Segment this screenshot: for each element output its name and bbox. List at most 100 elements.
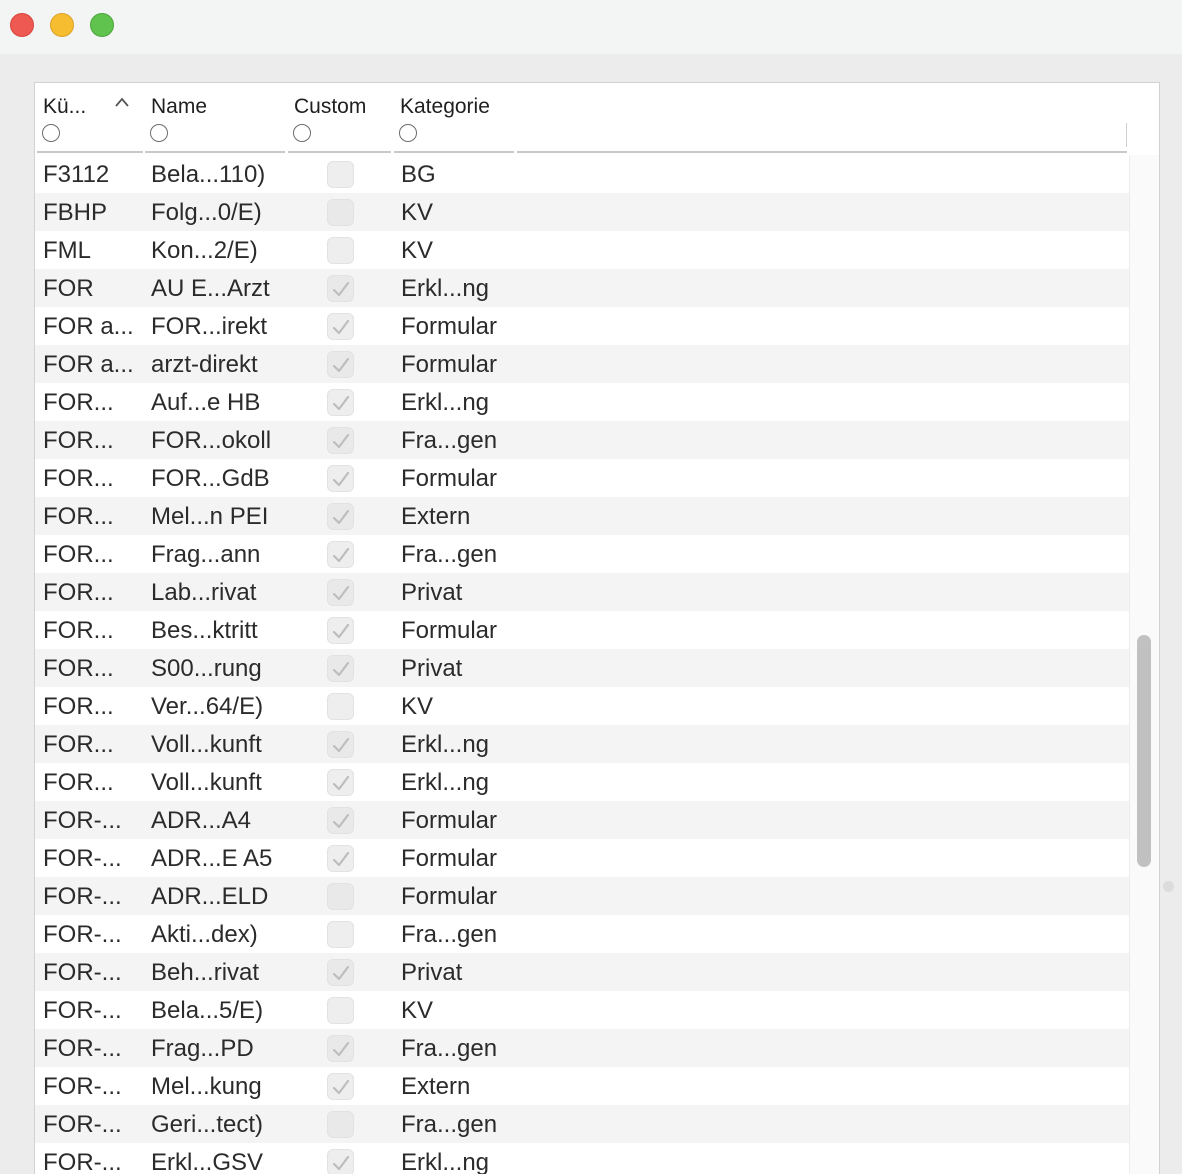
table-row[interactable]: FOR-... ADR...E A5 Formular <box>35 839 1129 877</box>
custom-checkbox[interactable] <box>327 541 354 568</box>
table-row[interactable]: FOR... S00...rung Privat <box>35 649 1129 687</box>
cell-code: FOR... <box>43 389 114 416</box>
cell-code: FBHP <box>43 199 108 226</box>
table-row[interactable]: FBHP Folg...0/E) KV <box>35 193 1129 231</box>
minimize-icon[interactable] <box>50 13 74 37</box>
cell-name: Geri...tect) <box>151 1111 264 1138</box>
column-title-category: Kategorie <box>400 95 490 118</box>
custom-checkbox[interactable] <box>327 275 354 302</box>
table-row[interactable]: FOR-... Frag...PD Fra...gen <box>35 1029 1129 1067</box>
cell-name: Bela...5/E) <box>151 997 264 1024</box>
checkmark-icon <box>332 737 350 753</box>
custom-checkbox[interactable] <box>327 313 354 340</box>
table-row[interactable]: FOR... Ver...64/E) KV <box>35 687 1129 725</box>
filter-custom-radio[interactable] <box>293 124 311 142</box>
cell-code: FOR-... <box>43 807 122 834</box>
cell-name: FOR...GdB <box>151 465 270 492</box>
cell-code: FOR-... <box>43 883 122 910</box>
custom-checkbox[interactable] <box>327 427 354 454</box>
table-row[interactable]: FOR... Auf...e HB Erkl...ng <box>35 383 1129 421</box>
custom-checkbox[interactable] <box>327 655 354 682</box>
vertical-scrollbar-thumb[interactable] <box>1137 635 1151 867</box>
table-row[interactable]: FOR-... Bela...5/E) KV <box>35 991 1129 1029</box>
column-header-custom[interactable]: Custom <box>288 83 391 153</box>
custom-checkbox[interactable] <box>327 769 354 796</box>
cell-category: Erkl...ng <box>401 731 490 758</box>
cell-code: FOR... <box>43 465 114 492</box>
cell-name: ADR...ELD <box>151 883 269 910</box>
column-header-category[interactable]: Kategorie <box>394 83 514 153</box>
checkmark-icon <box>332 965 350 981</box>
custom-checkbox[interactable] <box>327 1035 354 1062</box>
table-row[interactable]: FOR... Lab...rivat Privat <box>35 573 1129 611</box>
table-row[interactable]: FOR-... Erkl...GSV Erkl...ng <box>35 1143 1129 1174</box>
table-row[interactable]: FOR-... Geri...tect) Fra...gen <box>35 1105 1129 1143</box>
table-row[interactable]: FOR... Frag...ann Fra...gen <box>35 535 1129 573</box>
checkmark-icon <box>332 471 350 487</box>
table-row[interactable]: FOR... Voll...kunft Erkl...ng <box>35 763 1129 801</box>
custom-checkbox[interactable] <box>327 199 354 226</box>
cell-code: FOR... <box>43 617 114 644</box>
cell-category: Erkl...ng <box>401 389 490 416</box>
table-row[interactable]: FOR... Mel...n PEI Extern <box>35 497 1129 535</box>
cell-name: Lab...rivat <box>151 579 257 606</box>
checkmark-icon <box>332 813 350 829</box>
table-row[interactable]: FOR a... FOR...irekt Formular <box>35 307 1129 345</box>
resize-handle-icon[interactable] <box>1163 881 1174 892</box>
custom-checkbox[interactable] <box>327 579 354 606</box>
table-row[interactable]: FOR... FOR...okoll Fra...gen <box>35 421 1129 459</box>
custom-checkbox[interactable] <box>327 997 354 1024</box>
table-row[interactable]: FOR-... ADR...A4 Formular <box>35 801 1129 839</box>
custom-checkbox[interactable] <box>327 237 354 264</box>
custom-checkbox[interactable] <box>327 807 354 834</box>
table-row[interactable]: FOR-... Beh...rivat Privat <box>35 953 1129 991</box>
checkmark-icon <box>332 433 350 449</box>
custom-checkbox[interactable] <box>327 693 354 720</box>
cell-code: FOR-... <box>43 1111 122 1138</box>
table-row[interactable]: FOR-... Mel...kung Extern <box>35 1067 1129 1105</box>
cell-name: Voll...kunft <box>151 731 262 758</box>
cell-name: Erkl...GSV <box>151 1149 264 1174</box>
custom-checkbox[interactable] <box>327 883 354 910</box>
cell-code: FOR... <box>43 427 114 454</box>
table-row[interactable]: FOR AU E...Arzt Erkl...ng <box>35 269 1129 307</box>
cell-name: Frag...ann <box>151 541 261 568</box>
table-row[interactable]: FOR-... ADR...ELD Formular <box>35 877 1129 915</box>
zoom-icon[interactable] <box>90 13 114 37</box>
table-row[interactable]: FOR... FOR...GdB Formular <box>35 459 1129 497</box>
table-row[interactable]: FOR... Voll...kunft Erkl...ng <box>35 725 1129 763</box>
custom-checkbox[interactable] <box>327 959 354 986</box>
custom-checkbox[interactable] <box>327 921 354 948</box>
table-row[interactable]: FOR-... Akti...dex) Fra...gen <box>35 915 1129 953</box>
cell-category: Extern <box>401 1073 471 1100</box>
table-row[interactable]: FML Kon...2/E) KV <box>35 231 1129 269</box>
custom-checkbox[interactable] <box>327 503 354 530</box>
checkmark-icon <box>332 851 350 867</box>
custom-checkbox[interactable] <box>327 731 354 758</box>
cell-category: Fra...gen <box>401 921 498 948</box>
cell-category: Formular <box>401 883 498 910</box>
close-icon[interactable] <box>10 13 34 37</box>
custom-checkbox[interactable] <box>327 617 354 644</box>
filter-category-radio[interactable] <box>399 124 417 142</box>
table-row[interactable]: F3112 Bela...110) BG <box>35 155 1129 193</box>
column-header-name[interactable]: Name <box>145 83 285 153</box>
custom-checkbox[interactable] <box>327 1073 354 1100</box>
cell-name: Akti...dex) <box>151 921 258 948</box>
custom-checkbox[interactable] <box>327 845 354 872</box>
cell-code: FML <box>43 237 91 264</box>
chevron-up-icon[interactable] <box>115 97 129 107</box>
column-header-code[interactable]: Kü... <box>37 83 143 153</box>
custom-checkbox[interactable] <box>327 389 354 416</box>
custom-checkbox[interactable] <box>327 161 354 188</box>
custom-checkbox[interactable] <box>327 1111 354 1138</box>
filter-name-radio[interactable] <box>150 124 168 142</box>
checkmark-icon <box>332 1155 350 1171</box>
table-row[interactable]: FOR... Bes...ktritt Formular <box>35 611 1129 649</box>
cell-code: F3112 <box>43 161 110 188</box>
filter-code-radio[interactable] <box>42 124 60 142</box>
custom-checkbox[interactable] <box>327 1149 354 1174</box>
table-row[interactable]: FOR a... arzt-direkt Formular <box>35 345 1129 383</box>
custom-checkbox[interactable] <box>327 351 354 378</box>
custom-checkbox[interactable] <box>327 465 354 492</box>
